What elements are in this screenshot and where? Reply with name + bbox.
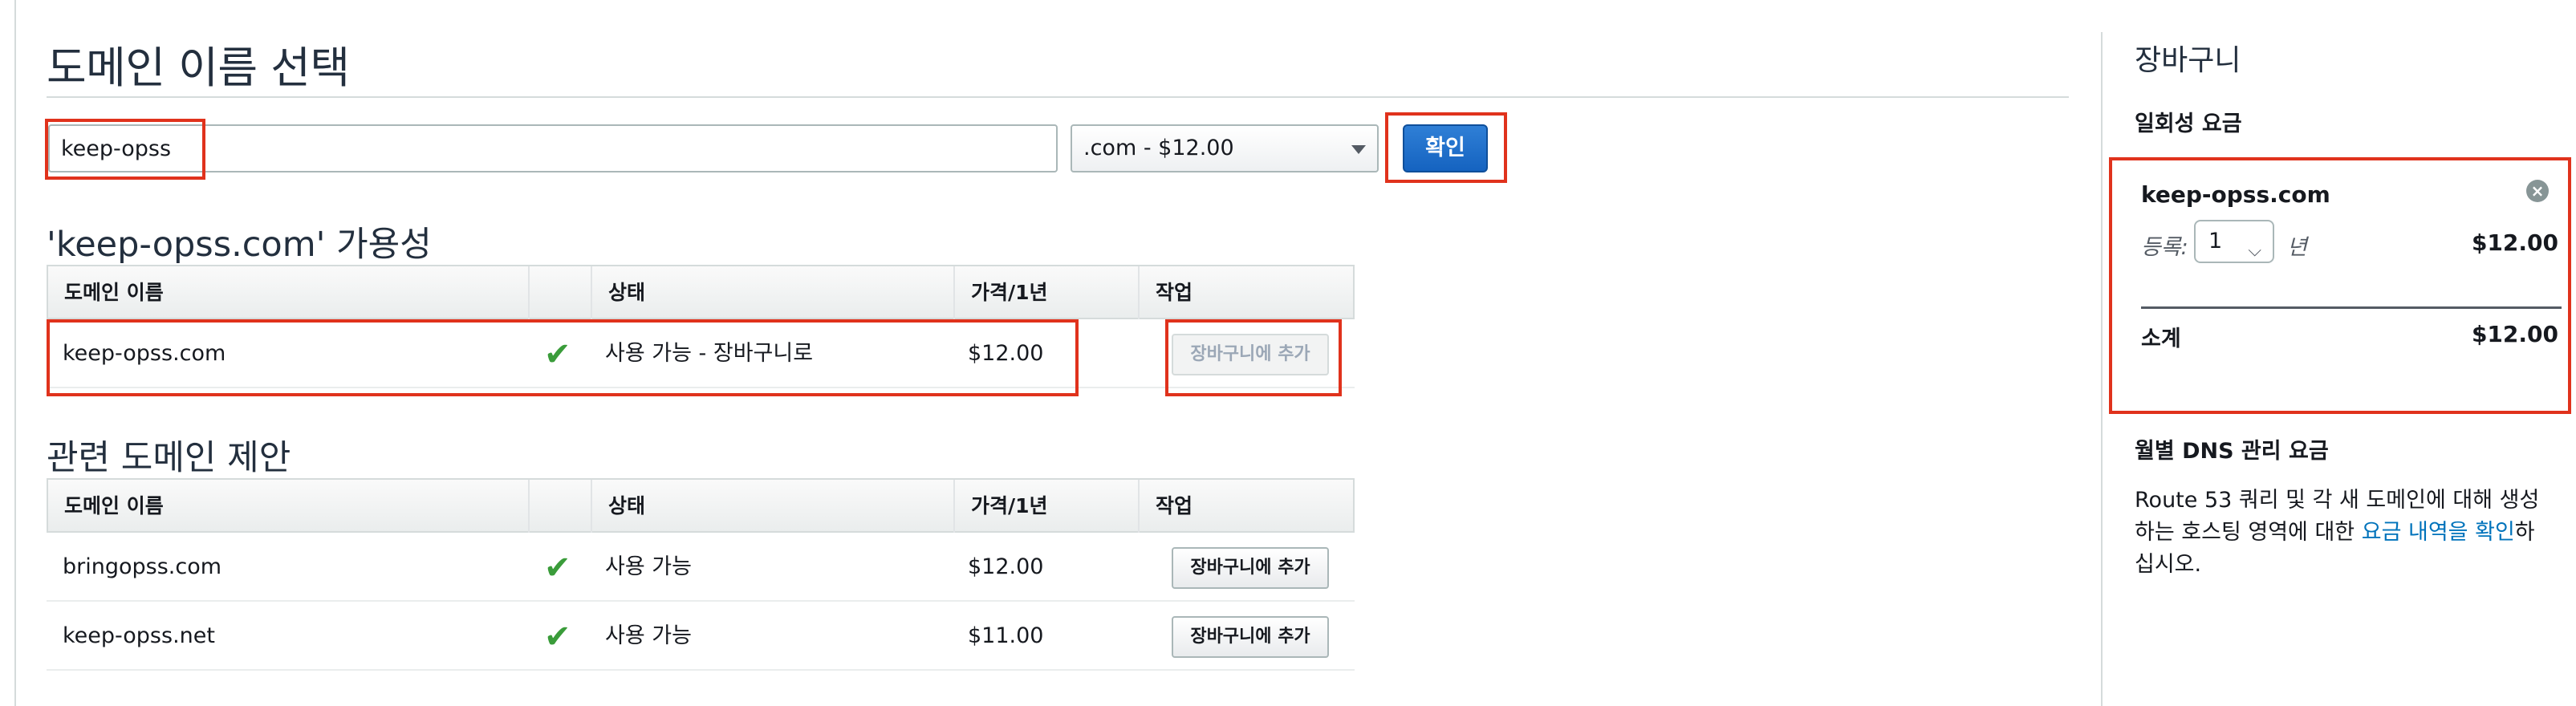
shopping-cart-panel: 장바구니 일회성 요금 keep-opss.com × 등록: 1 ⌵ 년 $1… [2135,0,2568,706]
availability-title: 'keep-opss.com' 가용성 [47,225,432,265]
years-unit-label: 년 [2287,235,2307,260]
left-divider [14,0,16,706]
domain-price: $12.00 [968,554,1044,579]
column-header-price: 가격/1년 [953,266,1138,319]
one-time-fee-label: 일회성 요금 [2135,112,2242,136]
related-table: 도메인 이름 상태 가격/1년 작업 bringopss.com ✔ 사용 가능… [47,478,1355,671]
chevron-down-icon: ⌵ [2248,241,2261,261]
column-header-price: 가격/1년 [953,480,1138,533]
page-title: 도메인 이름 선택 [47,43,350,93]
domain-name: keep-opss.com [63,341,226,366]
add-to-cart-button[interactable]: 장바구니에 추가 [1172,334,1329,375]
pricing-link[interactable]: 요금 내역을 확인 [2362,520,2515,545]
title-divider [47,96,2069,98]
check-button[interactable]: 확인 [1403,124,1488,172]
registration-years-select[interactable]: 1 ⌵ [2194,220,2274,263]
column-header-icon [528,480,591,533]
table-row: bringopss.com ✔ 사용 가능 $12.00 장바구니에 추가 [47,533,1355,602]
cart-title: 장바구니 [2135,44,2241,77]
check-icon: ✔ [544,336,571,373]
add-to-cart-button[interactable]: 장바구니에 추가 [1172,616,1329,658]
column-header-domain: 도메인 이름 [64,494,164,517]
table-row: keep-opss.com ✔ 사용 가능 - 장바구니로 $12.00 장바구… [47,319,1355,388]
availability-status: 사용 가능 [605,623,692,648]
add-to-cart-button[interactable]: 장바구니에 추가 [1172,547,1329,589]
column-header-icon [528,266,591,319]
domain-price: $11.00 [968,623,1044,648]
column-header-action: 작업 [1138,480,1353,533]
domain-name: keep-opss.net [63,623,215,648]
domain-price: $12.00 [968,341,1044,366]
subtotal-value: $12.00 [2471,321,2558,347]
subtotal-divider [2141,306,2562,309]
remove-circle-icon[interactable]: × [2526,180,2549,202]
check-icon: ✔ [544,550,571,586]
dns-fee-title: 월별 DNS 관리 요금 [2135,439,2329,464]
column-header-status: 상태 [591,480,953,533]
table-header: 도메인 이름 상태 가격/1년 작업 [47,266,1355,319]
column-header-domain: 도메인 이름 [64,281,164,304]
tld-selected-value: .com - $12.00 [1083,136,1234,160]
column-header-action: 작업 [1138,266,1353,319]
table-row: keep-opss.net ✔ 사용 가능 $11.00 장바구니에 추가 [47,602,1355,671]
caret-down-icon [1351,145,1366,154]
cart-divider [2101,32,2103,706]
register-label: 등록: [2141,235,2188,260]
tld-select[interactable]: .com - $12.00 [1071,124,1379,172]
availability-status: 사용 가능 - 장바구니로 [605,341,814,366]
registration-years-value: 1 [2208,229,2223,254]
availability-table: 도메인 이름 상태 가격/1년 작업 keep-opss.com ✔ 사용 가능… [47,265,1355,388]
domain-search-input[interactable] [48,124,1058,172]
cart-item-domain: keep-opss.com [2141,181,2330,208]
check-icon: ✔ [544,619,571,655]
cart-item-price: $12.00 [2471,229,2558,256]
column-header-status: 상태 [591,266,953,319]
domain-name: bringopss.com [63,554,222,579]
related-title: 관련 도메인 제안 [47,438,291,478]
availability-status: 사용 가능 [605,554,692,579]
subtotal-label: 소계 [2141,327,2181,351]
dns-fee-description: Route 53 쿼리 및 각 새 도메인에 대해 생성하는 호스팅 영역에 대… [2135,485,2552,581]
domain-search-main: 도메인 이름 선택 .com - $12.00 확인 'keep-opss.co… [47,0,2069,706]
table-header: 도메인 이름 상태 가격/1년 작업 [47,480,1355,533]
